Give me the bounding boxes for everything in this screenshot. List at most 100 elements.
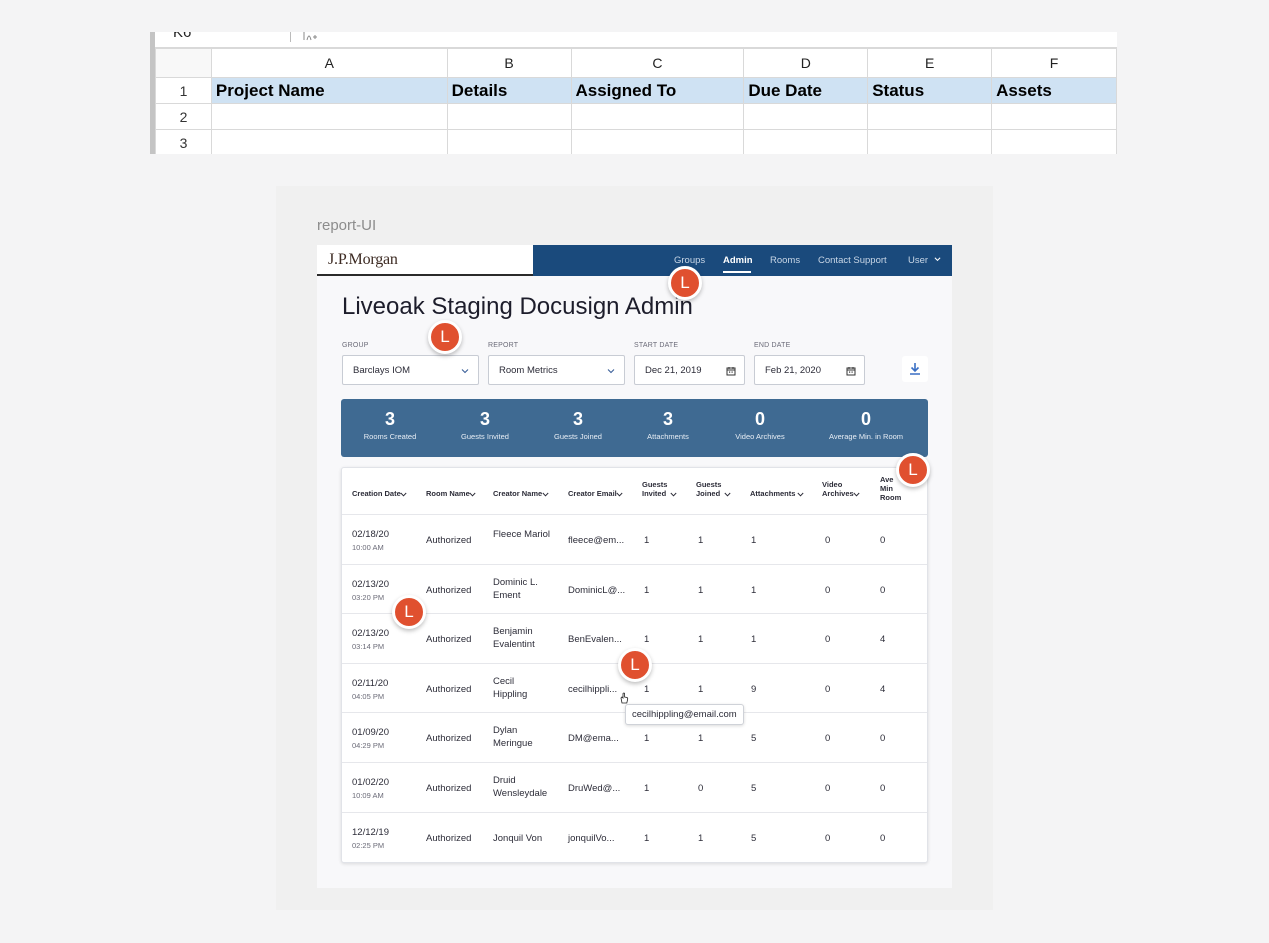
cell[interactable] xyxy=(743,129,869,154)
header-line: Min xyxy=(880,484,893,493)
cell[interactable] xyxy=(991,129,1117,154)
stat-value: 3 xyxy=(384,409,395,429)
start-date-label: START DATE xyxy=(634,342,679,349)
download-button[interactable] xyxy=(902,356,928,382)
report-select[interactable]: Room Metrics xyxy=(488,355,625,385)
room-name[interactable]: Authorized xyxy=(426,585,471,596)
column-header[interactable]: Attachments xyxy=(750,468,820,514)
cell[interactable] xyxy=(867,103,993,130)
room-name[interactable]: Authorized xyxy=(426,535,471,546)
guests-invited: 1 xyxy=(644,683,650,695)
header-cell[interactable]: Assigned To xyxy=(570,77,745,104)
column-header[interactable]: D xyxy=(743,48,869,78)
stat-value: 0 xyxy=(860,409,871,429)
chevron-down-icon xyxy=(461,369,469,374)
row-number[interactable]: 3 xyxy=(155,129,212,154)
stat-value: 3 xyxy=(479,409,490,429)
collaborator-avatar[interactable]: L xyxy=(428,320,462,354)
sort-chevron-icon[interactable] xyxy=(670,492,677,497)
room-name[interactable]: Authorized xyxy=(426,684,471,695)
sheet-corner[interactable] xyxy=(155,48,212,78)
column-header[interactable]: F xyxy=(991,48,1117,78)
creator-email[interactable]: cecilhippli... xyxy=(568,684,617,695)
creator-email[interactable]: fleece@em... xyxy=(568,535,624,546)
end-date-input[interactable]: Feb 21, 2020 xyxy=(754,355,865,385)
column-header[interactable]: A xyxy=(210,48,448,78)
nav-item-groups[interactable]: Groups xyxy=(674,255,705,266)
group-select[interactable]: Barclays IOM xyxy=(342,355,479,385)
calendar-icon[interactable] xyxy=(726,366,736,376)
function-icon[interactable] xyxy=(303,32,321,42)
column-header[interactable]: E xyxy=(867,48,993,78)
average-minutes: 0 xyxy=(880,733,886,745)
room-name[interactable]: Authorized xyxy=(426,733,471,744)
column-header[interactable]: Creation Date xyxy=(352,468,422,514)
cell[interactable] xyxy=(210,103,448,130)
cell[interactable] xyxy=(570,129,745,154)
brand-logo[interactable]: J.P.Morgan xyxy=(317,245,533,276)
collaborator-avatar[interactable]: L xyxy=(668,266,702,300)
header-cell[interactable]: Project Name xyxy=(210,77,448,104)
table-row[interactable]: 02/13/20 03:20 PM Authorized Dominic L. Emen… xyxy=(342,563,927,614)
column-header[interactable]: Creator Email xyxy=(568,468,638,514)
creation-date: 01/02/20 xyxy=(352,777,389,788)
column-header[interactable]: Room Name xyxy=(426,468,496,514)
column-header[interactable]: Creator Name xyxy=(493,468,563,514)
sort-chevron-icon[interactable] xyxy=(400,492,407,497)
cell[interactable] xyxy=(446,103,572,130)
nav-item-user[interactable]: User xyxy=(908,255,928,266)
calendar-icon[interactable] xyxy=(846,366,856,376)
creator-email[interactable]: DM@ema... xyxy=(568,733,619,744)
cell[interactable] xyxy=(210,129,448,154)
table-row[interactable]: 01/02/20 10:09 AM Authorized Druid Wensleyda… xyxy=(342,762,927,812)
header-cell[interactable]: Status xyxy=(867,77,993,104)
attachments-count: 9 xyxy=(751,683,757,695)
sort-chevron-icon[interactable] xyxy=(797,492,804,497)
row-number[interactable]: 1 xyxy=(155,77,212,104)
sort-chevron-icon[interactable] xyxy=(853,492,860,497)
creator-email[interactable]: BenEvalen... xyxy=(568,634,622,645)
room-name[interactable]: Authorized xyxy=(426,634,471,645)
header-cell[interactable]: Details xyxy=(446,77,572,104)
header-cell[interactable]: Assets xyxy=(991,77,1117,104)
row-number[interactable]: 2 xyxy=(155,103,212,130)
cell-reference[interactable]: K6 xyxy=(173,32,191,41)
sort-chevron-icon[interactable] xyxy=(616,492,623,497)
cell[interactable] xyxy=(570,103,745,130)
creation-date: 01/09/20 xyxy=(352,727,389,739)
creation-date: 12/12/19 xyxy=(352,826,389,838)
chevron-down-icon[interactable] xyxy=(934,256,941,263)
collaborator-avatar[interactable]: L xyxy=(618,648,652,682)
table-row[interactable]: 02/18/20 10:00 AM Authorized Fleece Mariol f… xyxy=(342,514,927,564)
column-header[interactable]: B xyxy=(446,48,572,78)
column-header[interactable]: C xyxy=(570,48,745,78)
cell[interactable] xyxy=(867,129,993,154)
column-header-label: Guests Invited xyxy=(642,480,667,498)
stat-value: 3 xyxy=(662,409,673,429)
table-row[interactable]: 12/12/19 02:25 PM Authorized Jonquil Von jon… xyxy=(342,811,927,862)
start-date-input[interactable]: Dec 21, 2019 xyxy=(634,355,745,385)
sort-chevron-icon[interactable] xyxy=(469,492,476,497)
creator-email[interactable]: DruWed@... xyxy=(568,783,620,794)
room-name[interactable]: Authorized xyxy=(426,783,471,794)
nav-item-contact-support[interactable]: Contact Support xyxy=(818,255,887,266)
active-nav-underline xyxy=(723,271,751,273)
sort-chevron-icon[interactable] xyxy=(542,492,549,497)
nav-item-admin[interactable]: Admin xyxy=(723,255,753,266)
column-header-label: Creation Date xyxy=(352,489,401,498)
room-name[interactable]: Authorized xyxy=(426,833,471,844)
collaborator-avatar[interactable]: L xyxy=(896,453,930,487)
sort-chevron-icon[interactable] xyxy=(724,492,731,497)
cell[interactable] xyxy=(991,103,1117,130)
average-minutes: 0 xyxy=(880,832,886,844)
cell[interactable] xyxy=(446,129,572,154)
header-line: Creator Name xyxy=(493,489,543,498)
creator-email[interactable]: jonquilVo... xyxy=(568,833,614,844)
creator-email[interactable]: DominicL@... xyxy=(568,585,625,596)
nav-item-rooms[interactable]: Rooms xyxy=(770,255,800,266)
collaborator-avatar[interactable]: L xyxy=(392,595,426,629)
average-minutes: 0 xyxy=(880,783,886,794)
header-cell[interactable]: Due Date xyxy=(743,77,869,104)
guests-joined: 1 xyxy=(698,634,704,646)
cell[interactable] xyxy=(743,103,869,130)
